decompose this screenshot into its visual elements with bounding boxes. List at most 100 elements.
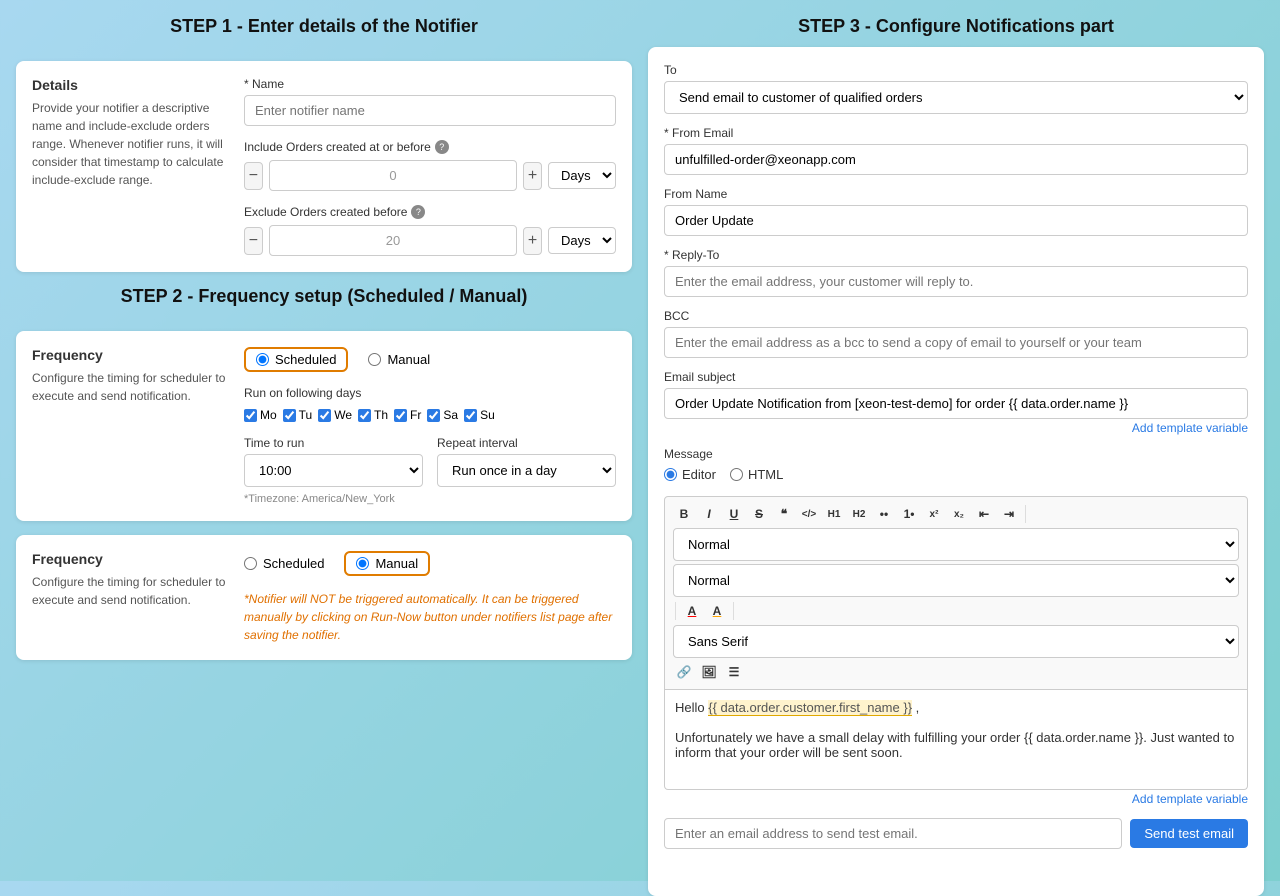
add-template-variable-link-2[interactable]: Add template variable	[664, 792, 1248, 806]
blockquote-button[interactable]: ❝	[773, 503, 795, 525]
include-unit-select[interactable]: Days	[548, 162, 616, 189]
code-button[interactable]: </>	[798, 503, 820, 525]
notifier-name-input[interactable]	[244, 95, 616, 126]
day-fr[interactable]: Fr	[394, 408, 421, 422]
time-to-run-select[interactable]: 10:00	[244, 454, 423, 487]
bold-button[interactable]: B	[673, 503, 695, 525]
html-radio-option[interactable]: HTML	[730, 467, 783, 482]
scheduled-option-manual-card[interactable]: Scheduled	[244, 551, 324, 576]
scheduled-label-manual-card: Scheduled	[263, 556, 324, 571]
time-to-run-label: Time to run	[244, 436, 423, 450]
font-select[interactable]: Sans Serif	[673, 625, 1239, 658]
underline-button[interactable]: U	[723, 503, 745, 525]
exclude-increment-button[interactable]: +	[523, 227, 542, 255]
indent-increase-button[interactable]: ⇥	[998, 503, 1020, 525]
include-orders-label-row: Include Orders created at or before ?	[244, 140, 616, 154]
link-button[interactable]: 🔗	[673, 661, 695, 683]
add-template-variable-link[interactable]: Add template variable	[664, 421, 1248, 435]
step3-card: To Send email to customer of qualified o…	[648, 47, 1264, 896]
details-description: Provide your notifier a descriptive name…	[32, 99, 232, 189]
editor-line-2: Unfortunately we have a small delay with…	[675, 730, 1237, 760]
from-email-input[interactable]	[664, 144, 1248, 175]
include-increment-button[interactable]: +	[523, 162, 542, 190]
include-stepper-row: − + Days	[244, 160, 616, 191]
toolbar-separator-1	[1025, 505, 1026, 523]
image-button[interactable]: 🖼	[698, 661, 720, 683]
include-value-input[interactable]	[269, 160, 517, 191]
day-th[interactable]: Th	[358, 408, 388, 422]
send-test-email-button[interactable]: Send test email	[1130, 819, 1248, 848]
to-select[interactable]: Send email to customer of qualified orde…	[664, 81, 1248, 114]
editor-radio-option[interactable]: Editor	[664, 467, 716, 482]
reply-to-label: * Reply-To	[664, 248, 1248, 262]
strikethrough-button[interactable]: S	[748, 503, 770, 525]
step2-title: STEP 2 - Frequency setup (Scheduled / Ma…	[16, 286, 632, 307]
subscript-button[interactable]: x₂	[948, 503, 970, 525]
align-button[interactable]: ☰	[723, 661, 745, 683]
exclude-orders-label-row: Exclude Orders created before ?	[244, 205, 616, 219]
manual-radio-option[interactable]: Manual	[368, 347, 430, 372]
manual-radio-group: Scheduled Manual	[244, 551, 616, 576]
editor-body[interactable]: Hello {{ data.order.customer.first_name …	[664, 690, 1248, 790]
exclude-orders-section: Exclude Orders created before ? − + Days	[244, 205, 616, 256]
size-select[interactable]: Normal	[673, 564, 1239, 597]
repeat-interval-select[interactable]: Run once in a day	[437, 454, 616, 487]
scheduled-frequency-card: Frequency Configure the timing for sched…	[16, 331, 632, 521]
include-orders-label: Include Orders created at or before	[244, 140, 431, 154]
to-label: To	[664, 63, 1248, 77]
step1-title: STEP 1 - Enter details of the Notifier	[16, 16, 632, 37]
manual-note: *Notifier will NOT be triggered automati…	[244, 590, 616, 644]
day-tu[interactable]: Tu	[283, 408, 313, 422]
manual-radio[interactable]	[368, 353, 381, 366]
from-name-label: From Name	[664, 187, 1248, 201]
editor-line-1: Hello {{ data.order.customer.first_name …	[675, 700, 1237, 715]
day-su[interactable]: Su	[464, 408, 495, 422]
h2-button[interactable]: H2	[848, 503, 870, 525]
exclude-value-input[interactable]	[269, 225, 517, 256]
reply-to-input[interactable]	[664, 266, 1248, 297]
scheduled-freq-right: Scheduled Manual Run on following days M…	[244, 347, 616, 505]
from-name-input[interactable]	[664, 205, 1248, 236]
details-heading: Details	[32, 77, 232, 93]
editor-toggle: Editor HTML	[664, 467, 1248, 488]
scheduled-radio-manual-card[interactable]	[244, 557, 257, 570]
email-subject-input[interactable]	[664, 388, 1248, 419]
time-to-run-field: Time to run 10:00	[244, 436, 423, 487]
exclude-unit-select[interactable]: Days	[548, 227, 616, 254]
day-sa[interactable]: Sa	[427, 408, 458, 422]
from-name-field: From Name	[664, 187, 1248, 236]
day-we[interactable]: We	[318, 408, 352, 422]
scheduled-frequency-layout: Frequency Configure the timing for sched…	[32, 347, 616, 505]
manual-radio-manual-card[interactable]	[356, 557, 369, 570]
h1-button[interactable]: H1	[823, 503, 845, 525]
scheduled-freq-left: Frequency Configure the timing for sched…	[32, 347, 232, 505]
format-select[interactable]: Normal	[673, 528, 1239, 561]
editor-radio[interactable]	[664, 468, 677, 481]
test-email-row: Send test email	[664, 818, 1248, 849]
test-email-input[interactable]	[664, 818, 1122, 849]
exclude-help-icon[interactable]: ?	[411, 205, 425, 219]
exclude-decrement-button[interactable]: −	[244, 227, 263, 255]
bullet-list-button[interactable]: ••	[873, 503, 895, 525]
manual-label-manual-card: Manual	[375, 556, 418, 571]
indent-decrease-button[interactable]: ⇤	[973, 503, 995, 525]
scheduled-radio[interactable]	[256, 353, 269, 366]
toolbar-separator-3	[733, 602, 734, 620]
font-color-button[interactable]: A	[681, 600, 703, 622]
include-help-icon[interactable]: ?	[435, 140, 449, 154]
timezone-note: *Timezone: America/New_York	[244, 493, 616, 505]
italic-button[interactable]: I	[698, 503, 720, 525]
notifier-name-field: * Name	[244, 77, 616, 126]
day-mo[interactable]: Mo	[244, 408, 277, 422]
to-field: To Send email to customer of qualified o…	[664, 63, 1248, 114]
superscript-button[interactable]: x²	[923, 503, 945, 525]
html-radio[interactable]	[730, 468, 743, 481]
exclude-stepper-row: − + Days	[244, 225, 616, 256]
exclude-orders-label: Exclude Orders created before	[244, 205, 407, 219]
include-decrement-button[interactable]: −	[244, 162, 263, 190]
ordered-list-button[interactable]: 1•	[898, 503, 920, 525]
highlight-color-button[interactable]: A	[706, 600, 728, 622]
bcc-input[interactable]	[664, 327, 1248, 358]
editor-label: Editor	[682, 467, 716, 482]
from-email-label: * From Email	[664, 126, 1248, 140]
